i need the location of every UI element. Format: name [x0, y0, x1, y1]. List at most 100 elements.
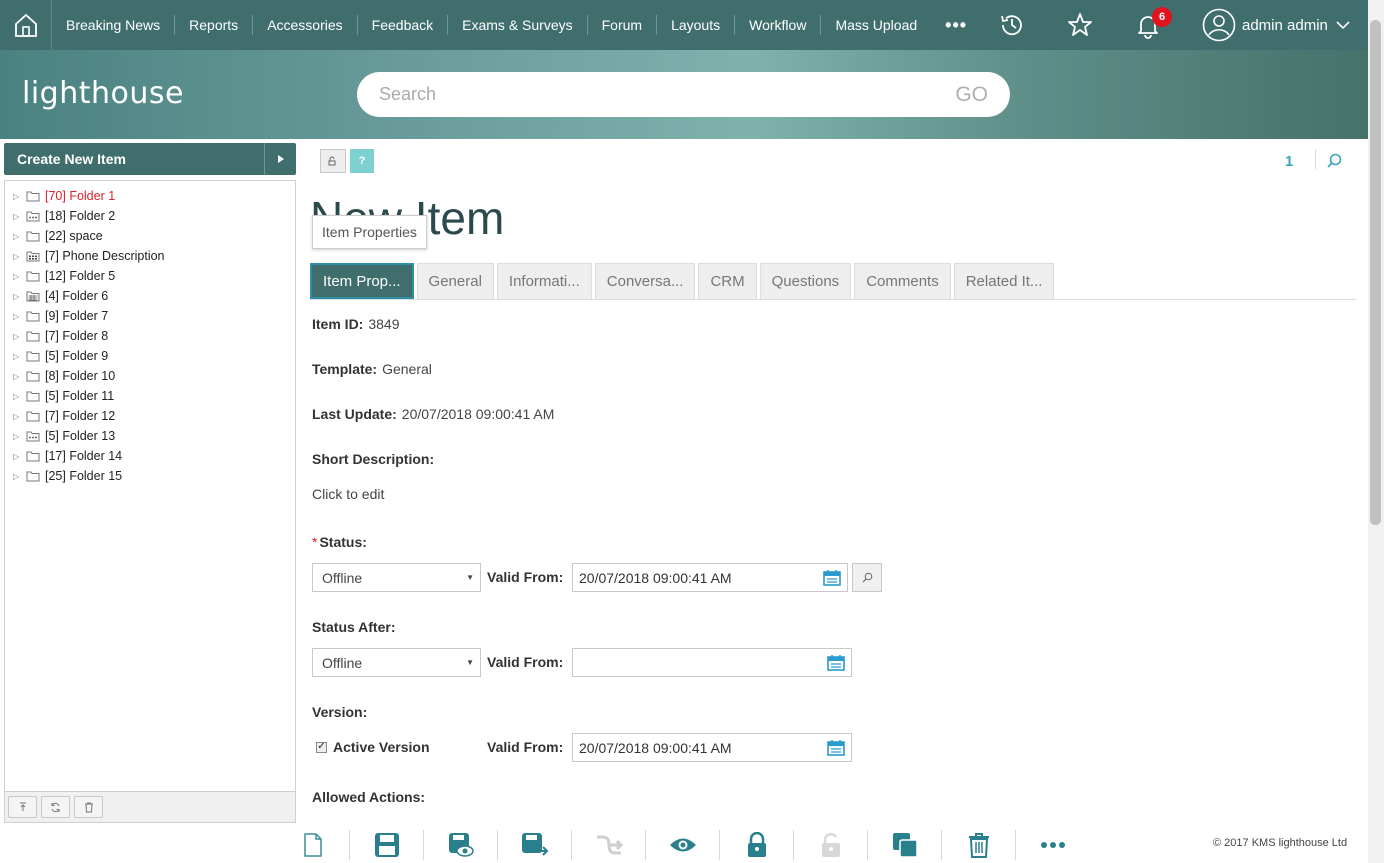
create-new-item-button[interactable]: Create New Item [4, 143, 296, 175]
delete-item-button[interactable] [942, 829, 1016, 860]
short-description-field: Short Description: [312, 451, 434, 467]
expand-toggle-icon[interactable]: ▷ [13, 212, 23, 221]
nav-item-feedback[interactable]: Feedback [358, 15, 449, 35]
expand-toggle-icon[interactable]: ▷ [13, 312, 23, 321]
tree-item[interactable]: ▷ [25] Folder 15 [5, 466, 295, 486]
tree-item[interactable]: ▷ [9] Folder 7 [5, 306, 295, 326]
expand-toggle-icon[interactable]: ▷ [13, 412, 23, 421]
tab-general[interactable]: General [416, 263, 494, 299]
duplicate-button[interactable] [868, 829, 942, 860]
tree-item[interactable]: ▷ [7] Folder 8 [5, 326, 295, 346]
tab-item-properties[interactable]: Item Prop... [310, 263, 414, 299]
scrollbar-thumb[interactable] [1370, 20, 1381, 525]
folder-icon [26, 351, 40, 362]
folder-icon [26, 371, 40, 382]
tree-item[interactable]: ▷ [18] Folder 2 [5, 206, 295, 226]
notifications-button[interactable]: 6 [1126, 0, 1172, 50]
tree-item[interactable]: ▷ [70] Folder 1 [5, 186, 295, 206]
lock-icon [747, 831, 766, 857]
active-version-checkbox-row[interactable]: ✓ Active Version [316, 739, 430, 755]
tree-item[interactable]: ▷ [5] Folder 13 [5, 426, 295, 446]
status-after-select[interactable]: Offline ▼ [312, 648, 481, 677]
expand-toggle-icon[interactable]: ▷ [13, 392, 23, 401]
tree-item[interactable]: ▷ [5] Folder 9 [5, 346, 295, 366]
preview-button[interactable] [646, 829, 720, 860]
new-document-button[interactable] [276, 829, 350, 860]
page-scrollbar[interactable] [1368, 0, 1384, 863]
user-name: admin admin [1242, 16, 1328, 34]
history-button[interactable] [990, 0, 1034, 50]
expand-toggle-icon[interactable]: ▷ [13, 232, 23, 241]
help-button[interactable]: ? [350, 149, 374, 173]
page-number[interactable]: 1 [1285, 153, 1293, 170]
version-valid-from-input[interactable]: 20/07/2018 09:00:41 AM [572, 733, 852, 762]
tree-item-label: [25] Folder 15 [45, 469, 123, 483]
status-select[interactable]: Offline ▼ [312, 563, 481, 592]
search-item-button[interactable] [1326, 153, 1342, 174]
expand-toggle-icon[interactable]: ▷ [13, 272, 23, 281]
tab-crm[interactable]: CRM [698, 263, 757, 299]
more-actions-button[interactable] [1016, 830, 1090, 860]
collapse-to-top-button[interactable] [8, 796, 37, 818]
more-horizontal-icon [1041, 841, 1065, 848]
tree-item[interactable]: ▷ [7] Folder 12 [5, 406, 295, 426]
tree-item[interactable]: ▷ [22] space [5, 226, 295, 246]
required-asterisk: * [312, 534, 318, 550]
lighthouse-logo[interactable]: lighthouse [22, 76, 184, 111]
tab-comments[interactable]: Comments [854, 263, 951, 299]
search-go-button[interactable]: GO [955, 83, 988, 107]
branch-button[interactable] [572, 829, 646, 860]
nav-item-mass-upload[interactable]: Mass Upload [821, 15, 931, 35]
nav-item-accessories[interactable]: Accessories [253, 15, 358, 35]
expand-toggle-icon[interactable]: ▷ [13, 192, 23, 201]
create-menu-arrow[interactable] [264, 143, 296, 175]
tree-item[interactable]: ▷ [5] Folder 11 [5, 386, 295, 406]
home-icon [14, 13, 37, 37]
home-button[interactable] [0, 0, 52, 50]
unlock-item-button[interactable] [794, 829, 868, 860]
delete-tree-button[interactable] [74, 796, 103, 818]
expand-toggle-icon[interactable]: ▷ [13, 472, 23, 481]
tree-item[interactable]: ▷ [17] Folder 14 [5, 446, 295, 466]
expand-toggle-icon[interactable]: ▷ [13, 332, 23, 341]
favorites-button[interactable] [1058, 0, 1102, 50]
status-after-valid-from-input[interactable] [572, 648, 852, 677]
tab-conversations[interactable]: Conversa... [594, 263, 696, 299]
unlock-button[interactable] [320, 149, 346, 173]
nav-item-forum[interactable]: Forum [588, 15, 658, 35]
nav-item-layouts[interactable]: Layouts [657, 15, 736, 35]
lock-open-icon [328, 156, 336, 166]
calendar-icon[interactable] [827, 654, 845, 671]
expand-toggle-icon[interactable]: ▷ [13, 432, 23, 441]
nav-item-reports[interactable]: Reports [175, 15, 254, 35]
tree-item[interactable]: ▷ [12] Folder 5 [5, 266, 295, 286]
nav-item-workflow[interactable]: Workflow [735, 15, 822, 35]
status-valid-from-input[interactable]: 20/07/2018 09:00:41 AM [572, 563, 848, 592]
calendar-icon[interactable] [827, 739, 845, 756]
save-button[interactable] [350, 829, 424, 860]
expand-toggle-icon[interactable]: ▷ [13, 252, 23, 261]
lock-button[interactable] [720, 829, 794, 860]
nav-item-exams-surveys[interactable]: Exams & Surveys [448, 15, 588, 35]
expand-toggle-icon[interactable]: ▷ [13, 372, 23, 381]
tree-item[interactable]: ▷ [8] Folder 10 [5, 366, 295, 386]
nav-item-breaking-news[interactable]: Breaking News [52, 15, 176, 35]
expand-toggle-icon[interactable]: ▷ [13, 452, 23, 461]
short-description-editor[interactable]: Click to edit [312, 486, 384, 502]
calendar-icon[interactable] [823, 569, 841, 586]
tab-information[interactable]: Informati... [496, 263, 592, 299]
expand-toggle-icon[interactable]: ▷ [13, 292, 23, 301]
tab-questions[interactable]: Questions [759, 263, 852, 299]
tab-related-items[interactable]: Related It... [953, 263, 1055, 299]
active-version-checkbox[interactable]: ✓ [316, 741, 327, 753]
refresh-tree-button[interactable] [41, 796, 70, 818]
save-and-exit-button[interactable] [498, 829, 572, 860]
tree-item[interactable]: ▷ [7] Phone Description [5, 246, 295, 266]
expand-toggle-icon[interactable]: ▷ [13, 352, 23, 361]
user-menu[interactable]: admin admin [1202, 8, 1350, 42]
tree-item[interactable]: ▷ [4] Folder 6 [5, 286, 295, 306]
status-lookup-button[interactable] [852, 563, 882, 592]
more-menu-button[interactable]: ••• [931, 15, 977, 36]
search-input[interactable] [379, 84, 919, 105]
save-and-preview-button[interactable] [424, 829, 498, 860]
